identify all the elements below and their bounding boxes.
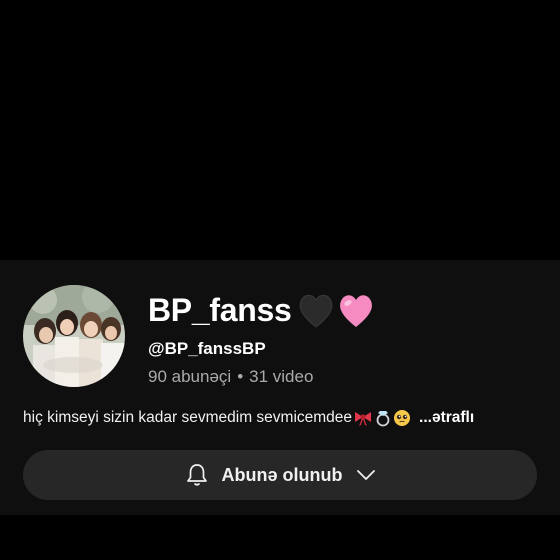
- channel-name-emojis: [298, 291, 378, 331]
- bottom-area: [0, 515, 560, 560]
- channel-stats: 90 abunəçi • 31 video: [148, 366, 313, 388]
- screen: BP_fanss @BP_fanssBP 90 abunəçi • 31 video…: [0, 0, 560, 560]
- description-emojis: [353, 409, 413, 427]
- video-count: 31 video: [249, 367, 314, 386]
- channel-handle: @BP_fanssBP: [148, 339, 266, 358]
- channel-description[interactable]: hiç kimseyi sizin kadar sevmedim sevmice…: [23, 407, 474, 429]
- stats-separator: •: [237, 367, 244, 386]
- video-player-area[interactable]: [0, 0, 560, 260]
- pink-heart-icon: [340, 295, 372, 327]
- subscribed-button[interactable]: Abunə olunub: [23, 450, 537, 500]
- channel-avatar[interactable]: [23, 285, 125, 387]
- channel-name: BP_fanss: [148, 292, 292, 328]
- bell-icon: [184, 462, 210, 488]
- chevron-down-icon: [356, 468, 376, 482]
- avatar-photo: [23, 285, 125, 387]
- ribbon-icon: [355, 412, 372, 426]
- more-link[interactable]: ...ətraflı: [419, 407, 474, 429]
- ring-icon: [376, 411, 390, 427]
- pleading-face-icon: [394, 410, 411, 426]
- subscriber-count: 90 abunəçi: [148, 367, 232, 386]
- subscribed-label: Abunə olunub: [221, 464, 343, 485]
- black-heart-icon: [299, 294, 333, 328]
- description-text: hiç kimseyi sizin kadar sevmedim sevmice…: [23, 409, 353, 426]
